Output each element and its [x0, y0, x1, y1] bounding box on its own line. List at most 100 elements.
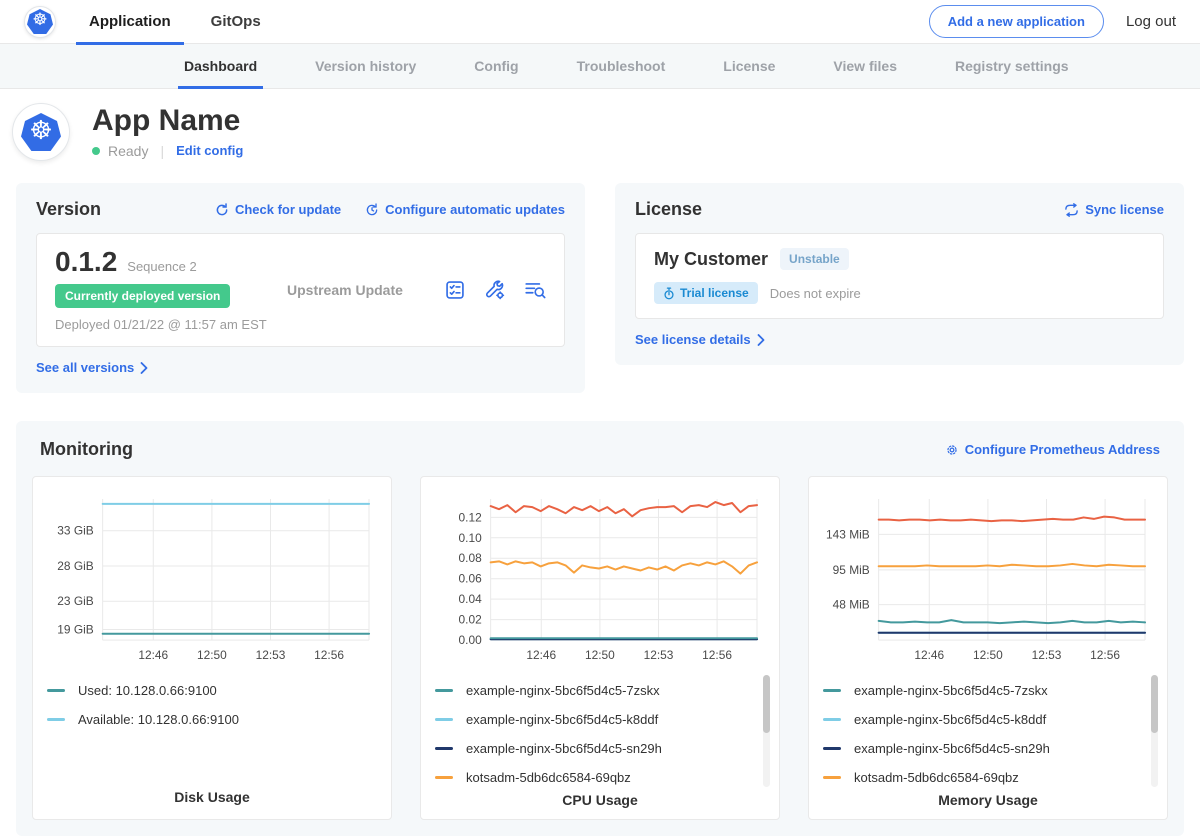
see-license-details-link[interactable]: See license details [635, 332, 765, 347]
disk-usage-chart-card: 19 GiB23 GiB28 GiB33 GiB12:4612:5012:531… [32, 476, 392, 820]
chart-title: CPU Usage [435, 792, 765, 812]
add-application-button[interactable]: Add a new application [929, 5, 1104, 38]
subnav-item-troubleshoot[interactable]: Troubleshoot [571, 44, 672, 89]
legend-scrollbar-thumb[interactable] [763, 675, 770, 733]
see-all-versions-link[interactable]: See all versions [36, 360, 148, 375]
top-nav-right: Add a new application Log out [929, 5, 1176, 38]
kubernetes-heptagon-icon: ☸ [27, 9, 53, 34]
legend-color-dash [823, 718, 841, 721]
svg-text:48 MiB: 48 MiB [833, 598, 870, 612]
license-card: License Sync license My Customer Unstabl… [615, 183, 1184, 365]
deploy-logs-icon[interactable] [524, 279, 546, 301]
subnav-item-license[interactable]: License [717, 44, 781, 89]
legend-label: example-nginx-5bc6f5d4c5-7zskx [466, 683, 660, 698]
legend-label: Used: 10.128.0.66:9100 [78, 683, 217, 698]
legend-scrollbar[interactable] [763, 675, 770, 787]
app-logo: ☸ [12, 103, 70, 161]
tab-application[interactable]: Application [76, 0, 184, 44]
app-header: ☸ App Name Ready | Edit config [0, 89, 1200, 179]
svg-text:0.08: 0.08 [459, 551, 483, 565]
kubernetes-heptagon-icon: ☸ [21, 113, 61, 151]
version-card-title: Version [36, 199, 101, 220]
svg-text:12:53: 12:53 [644, 648, 674, 662]
svg-text:12:46: 12:46 [138, 648, 168, 662]
legend-label: example-nginx-5bc6f5d4c5-7zskx [854, 683, 1048, 698]
subnav-item-view-files[interactable]: View files [827, 44, 903, 89]
svg-text:95 MiB: 95 MiB [833, 563, 870, 577]
preflight-checks-icon[interactable] [444, 279, 466, 301]
configure-prometheus-link[interactable]: Configure Prometheus Address [945, 442, 1160, 457]
subnav-label: View files [833, 58, 897, 74]
legend-item: example-nginx-5bc6f5d4c5-sn29h [823, 734, 1153, 763]
deployed-timestamp: Deployed 01/21/22 @ 11:57 am EST [55, 317, 287, 332]
legend-label: kotsadm-5db6dc6584-69qbz [466, 770, 631, 785]
auto-update-clock-icon [365, 203, 379, 217]
svg-text:12:56: 12:56 [1090, 648, 1120, 662]
version-source-label: Upstream Update [287, 282, 444, 298]
subnav-item-version-history[interactable]: Version history [309, 44, 422, 89]
config-wrench-icon[interactable] [484, 279, 506, 301]
subnav-label: License [723, 58, 775, 74]
legend-color-dash [435, 718, 453, 721]
configure-automatic-updates-link[interactable]: Configure automatic updates [365, 202, 565, 217]
legend-item: example-nginx-5bc6f5d4c5-7zskx [823, 676, 1153, 705]
tab-application-label: Application [89, 13, 171, 30]
usage-chart-svg: 48 MiB95 MiB143 MiB12:4612:5012:5312:56 [823, 489, 1153, 668]
check-for-update-link[interactable]: Check for update [215, 202, 341, 217]
legend-item: Used: 10.128.0.66:9100 [47, 676, 377, 705]
legend-color-dash [823, 689, 841, 692]
monitoring-title: Monitoring [40, 439, 133, 460]
currently-deployed-badge: Currently deployed version [55, 284, 230, 308]
license-card-title: License [635, 199, 702, 220]
legend-label: example-nginx-5bc6f5d4c5-sn29h [854, 741, 1050, 756]
svg-text:0.12: 0.12 [459, 510, 483, 524]
legend-color-dash [435, 747, 453, 750]
legend-label: example-nginx-5bc6f5d4c5-sn29h [466, 741, 662, 756]
version-card: Version Check for update Configure autom… [16, 183, 585, 393]
kubernetes-logo: ☸ [24, 6, 56, 38]
tab-gitops[interactable]: GitOps [198, 0, 274, 44]
usage-chart-svg: 0.000.020.040.060.080.100.1212:4612:5012… [435, 489, 765, 668]
svg-text:0.10: 0.10 [459, 531, 483, 545]
legend-item: Available: 10.128.0.66:9100 [47, 705, 377, 734]
current-version-box: 0.1.2 Sequence 2 Currently deployed vers… [36, 233, 565, 347]
disk-usage-chart: 19 GiB23 GiB28 GiB33 GiB12:4612:5012:531… [47, 489, 377, 668]
legend-scrollbar[interactable] [1151, 675, 1158, 787]
license-expiration: Does not expire [770, 286, 861, 301]
sequence-label: Sequence 2 [127, 259, 196, 274]
check-for-update-label: Check for update [235, 202, 341, 217]
subnav-item-dashboard[interactable]: Dashboard [178, 44, 263, 89]
chevron-right-icon [140, 362, 148, 374]
memory-usage-chart: 48 MiB95 MiB143 MiB12:4612:5012:5312:56 [823, 489, 1153, 668]
usage-chart-svg: 19 GiB23 GiB28 GiB33 GiB12:4612:5012:531… [47, 489, 377, 668]
legend-item: example-nginx-5bc6f5d4c5-7zskx [435, 676, 765, 705]
configure-prometheus-label: Configure Prometheus Address [965, 442, 1160, 457]
sync-license-link[interactable]: Sync license [1064, 202, 1164, 217]
chevron-right-icon [757, 334, 765, 346]
subnav-item-registry-settings[interactable]: Registry settings [949, 44, 1075, 89]
channel-badge: Unstable [780, 248, 849, 270]
gear-icon [945, 443, 959, 457]
svg-text:0.00: 0.00 [459, 633, 483, 647]
legend-color-dash [823, 776, 841, 779]
subnav-label: Config [474, 58, 518, 74]
subnav-label: Registry settings [955, 58, 1069, 74]
stopwatch-icon [663, 287, 675, 300]
legend-color-dash [435, 689, 453, 692]
legend-item: kotsadm-5db6dc6584-69qbz [823, 763, 1153, 792]
svg-text:0.02: 0.02 [459, 613, 483, 627]
edit-config-link[interactable]: Edit config [176, 143, 243, 158]
divider: | [160, 143, 164, 159]
svg-text:33 GiB: 33 GiB [57, 524, 93, 538]
legend-item: kotsadm-5db6dc6584-69qbz [435, 763, 765, 792]
legend-item: example-nginx-5bc6f5d4c5-k8ddf [823, 705, 1153, 734]
chart-title: Memory Usage [823, 792, 1153, 812]
license-box: My Customer Unstable Trial license Does … [635, 233, 1164, 319]
subnav-item-config[interactable]: Config [468, 44, 524, 89]
memory-usage-chart-card: 48 MiB95 MiB143 MiB12:4612:5012:5312:56 … [808, 476, 1168, 820]
legend-scrollbar-thumb[interactable] [1151, 675, 1158, 733]
svg-text:23 GiB: 23 GiB [57, 594, 93, 608]
logout-button[interactable]: Log out [1126, 13, 1176, 30]
legend-label: example-nginx-5bc6f5d4c5-k8ddf [854, 712, 1046, 727]
monitoring-card: Monitoring Configure Prometheus Address … [16, 421, 1184, 836]
